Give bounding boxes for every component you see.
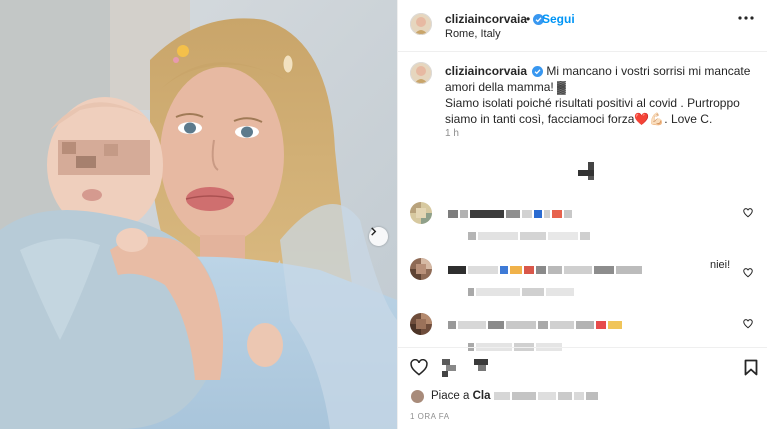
comment-item: niei! bbox=[410, 258, 760, 298]
author-avatar[interactable] bbox=[410, 13, 432, 35]
caption-text: cliziaincorvaia Mi mancano i vostri sorr… bbox=[445, 63, 755, 127]
likes-text[interactable]: Piace a Cla bbox=[431, 390, 600, 402]
more-options-icon[interactable] bbox=[738, 16, 754, 20]
comment-text-pixelated bbox=[448, 317, 624, 329]
pixelated-emoji bbox=[578, 162, 594, 180]
comment-like-heart-icon[interactable] bbox=[743, 208, 753, 218]
likes-summary: Piace a Cla bbox=[410, 389, 760, 407]
caption-timestamp[interactable]: 1 h bbox=[445, 128, 459, 139]
avatar-image bbox=[410, 202, 432, 224]
share-icon-pixelated[interactable] bbox=[474, 359, 488, 371]
comment-avatar[interactable] bbox=[410, 202, 432, 224]
caption-line-2: Siamo isolati poiché risultati positivi … bbox=[445, 96, 740, 126]
comment-like-heart-icon[interactable] bbox=[743, 319, 753, 329]
comment-avatar[interactable] bbox=[410, 313, 432, 335]
comment-icon-pixelated[interactable] bbox=[442, 359, 458, 377]
author-username[interactable]: cliziaincorvaia bbox=[445, 12, 527, 26]
post-image[interactable] bbox=[0, 0, 397, 429]
comment-like-heart-icon[interactable] bbox=[743, 268, 753, 278]
separator-dot: • bbox=[526, 12, 531, 26]
liker-name-pixelated bbox=[557, 391, 572, 400]
bookmark-icon[interactable] bbox=[744, 359, 758, 376]
follow-button[interactable]: Segui bbox=[542, 12, 575, 26]
caption-username[interactable]: cliziaincorvaia bbox=[445, 64, 527, 78]
likes-prefix: Piace a bbox=[431, 390, 470, 402]
avatar-image bbox=[410, 258, 432, 280]
liker-name[interactable]: Cla bbox=[473, 390, 491, 402]
comment-text-tail: niei! bbox=[710, 259, 731, 271]
caption-avatar[interactable] bbox=[410, 62, 432, 84]
like-heart-icon[interactable] bbox=[410, 359, 428, 376]
verified-badge-icon bbox=[532, 66, 544, 77]
photo-mother-and-baby bbox=[0, 0, 397, 429]
next-image-button[interactable] bbox=[369, 227, 388, 246]
post-timestamp[interactable]: 1 ORA FA bbox=[410, 412, 450, 421]
chevron-right-icon bbox=[371, 227, 377, 236]
post-actions-bar bbox=[398, 347, 767, 387]
liker-name-pixelated bbox=[585, 391, 598, 400]
post-header: cliziaincorvaia • Segui Rome, Italy bbox=[398, 0, 767, 52]
comment-meta-pixelated bbox=[468, 284, 576, 296]
avatar-image bbox=[410, 313, 432, 335]
comment-text-pixelated bbox=[448, 262, 644, 274]
liker-name-pixelated bbox=[511, 391, 536, 400]
comment-item bbox=[410, 202, 760, 242]
post-location[interactable]: Rome, Italy bbox=[445, 28, 501, 40]
post-details-panel: cliziaincorvaia • Segui Rome, Italy cliz… bbox=[397, 0, 767, 429]
liker-name-pixelated bbox=[573, 391, 584, 400]
comment-meta-pixelated bbox=[468, 228, 592, 240]
liker-name-pixelated bbox=[493, 391, 510, 400]
liker-name-pixelated bbox=[537, 391, 556, 400]
comment-avatar[interactable] bbox=[410, 258, 432, 280]
liker-avatar[interactable] bbox=[410, 389, 425, 404]
comment-text-pixelated bbox=[448, 206, 574, 218]
